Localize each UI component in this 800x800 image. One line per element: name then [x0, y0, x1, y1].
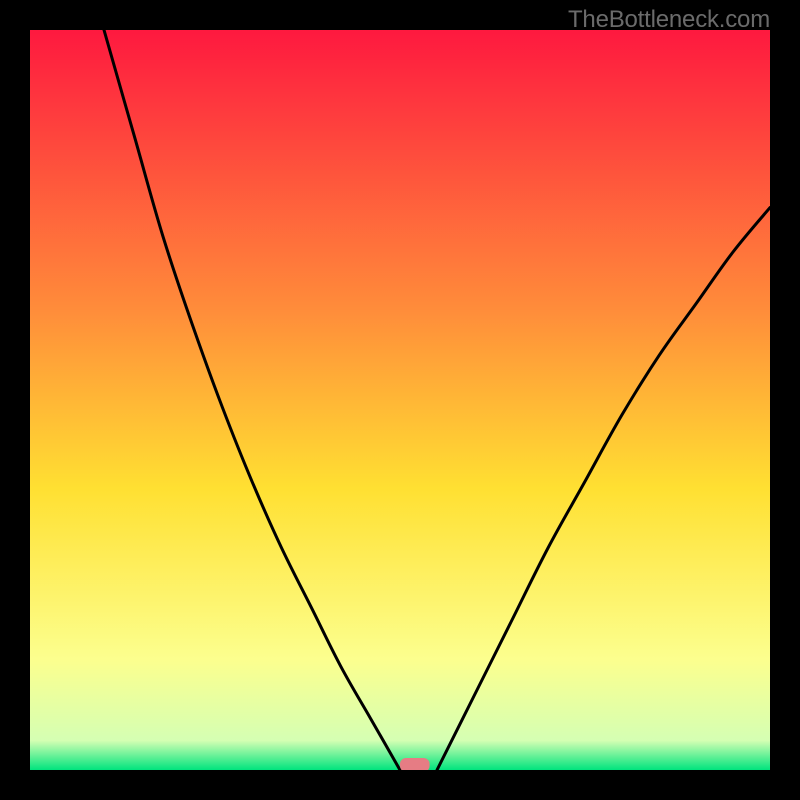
bottom-marker — [400, 758, 430, 770]
plot-area — [30, 30, 770, 770]
chart-svg — [30, 30, 770, 770]
chart-frame: TheBottleneck.com — [0, 0, 800, 800]
chart-background — [30, 30, 770, 770]
